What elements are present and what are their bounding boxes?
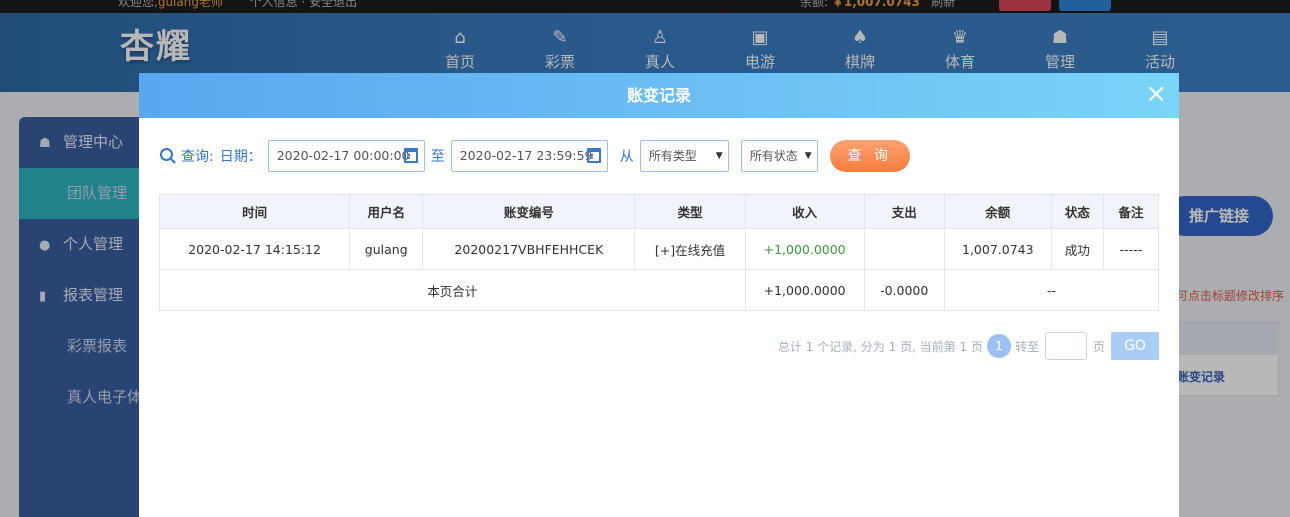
- modal-header: 账变记录 ×: [139, 73, 1179, 118]
- search-icon: [160, 148, 176, 164]
- col-type[interactable]: 类型: [634, 194, 746, 229]
- col-balance[interactable]: 余额: [943, 194, 1052, 229]
- status-select[interactable]: 所有状态 ▼: [740, 140, 818, 172]
- calendar-icon[interactable]: [586, 148, 601, 163]
- total-income: +1,000.0000: [744, 269, 865, 311]
- cell-status: 成功: [1050, 228, 1104, 270]
- chevron-down-icon: ▼: [715, 151, 723, 161]
- page-jump-input[interactable]: [1044, 332, 1087, 360]
- transaction-table: 时间 用户名 账变编号 类型 收入 支出 余额 状态 备注 2020-02-17…: [158, 194, 1160, 311]
- col-username[interactable]: 用户名: [349, 194, 424, 229]
- go-button[interactable]: GO: [1111, 332, 1159, 360]
- query-button[interactable]: 查 询: [829, 140, 910, 172]
- filter-bar: 查询: 日期： 2020-02-17 00:00:00 至 2020-02-17…: [159, 140, 910, 172]
- end-date-input[interactable]: 2020-02-17 23:59:59: [450, 140, 608, 172]
- from-label: 从: [619, 149, 634, 165]
- pager-summary: 总计 1 个记录, 分为 1 页, 当前第 1 页: [777, 339, 983, 354]
- type-select[interactable]: 所有类型 ▼: [639, 140, 729, 172]
- goto-label: 转至: [1014, 339, 1039, 354]
- chevron-down-icon: ▼: [804, 151, 812, 161]
- calendar-icon[interactable]: [403, 148, 418, 163]
- modal-title: 账变记录: [626, 86, 691, 105]
- to-label: 至: [430, 149, 445, 165]
- col-income[interactable]: 收入: [744, 194, 865, 229]
- pagination: 总计 1 个记录, 分为 1 页, 当前第 1 页 1 转至 页 GO: [778, 332, 1159, 360]
- cell-txn-id: 20200217VBHFEHHCEK: [422, 228, 636, 270]
- table-row: 2020-02-17 14:15:12 gulang 20200217VBHFE…: [158, 228, 1160, 270]
- cell-username: gulang: [349, 228, 424, 270]
- col-status[interactable]: 状态: [1050, 194, 1104, 229]
- date-label: 日期：: [219, 149, 262, 165]
- total-label: 本页合计: [159, 269, 746, 311]
- cell-balance: 1,007.0743: [943, 228, 1052, 270]
- col-time[interactable]: 时间: [158, 194, 351, 229]
- transaction-modal: 账变记录 × 查询: 日期： 2020-02-17 00:00:00 至 202…: [139, 73, 1179, 517]
- cell-remark: -----: [1102, 228, 1160, 270]
- close-icon[interactable]: ×: [1145, 73, 1167, 115]
- cell-expense: [863, 228, 945, 270]
- col-expense[interactable]: 支出: [863, 194, 945, 229]
- cell-type: [+]在线充值: [634, 228, 746, 270]
- cell-income: +1,000.0000: [744, 228, 865, 270]
- cell-time: 2020-02-17 14:15:12: [158, 228, 351, 270]
- total-balance: --: [943, 269, 1160, 311]
- query-label: 查询:: [159, 146, 214, 166]
- page-unit-label: 页: [1092, 339, 1105, 354]
- col-remark[interactable]: 备注: [1102, 194, 1160, 229]
- total-expense: -0.0000: [863, 269, 945, 311]
- table-total-row: 本页合计 +1,000.0000 -0.0000 --: [159, 269, 1160, 311]
- table-header-row: 时间 用户名 账变编号 类型 收入 支出 余额 状态 备注: [158, 194, 1160, 229]
- start-date-input[interactable]: 2020-02-17 00:00:00: [267, 140, 425, 172]
- page-number-button[interactable]: 1: [986, 334, 1011, 358]
- col-txn-id[interactable]: 账变编号: [422, 194, 636, 229]
